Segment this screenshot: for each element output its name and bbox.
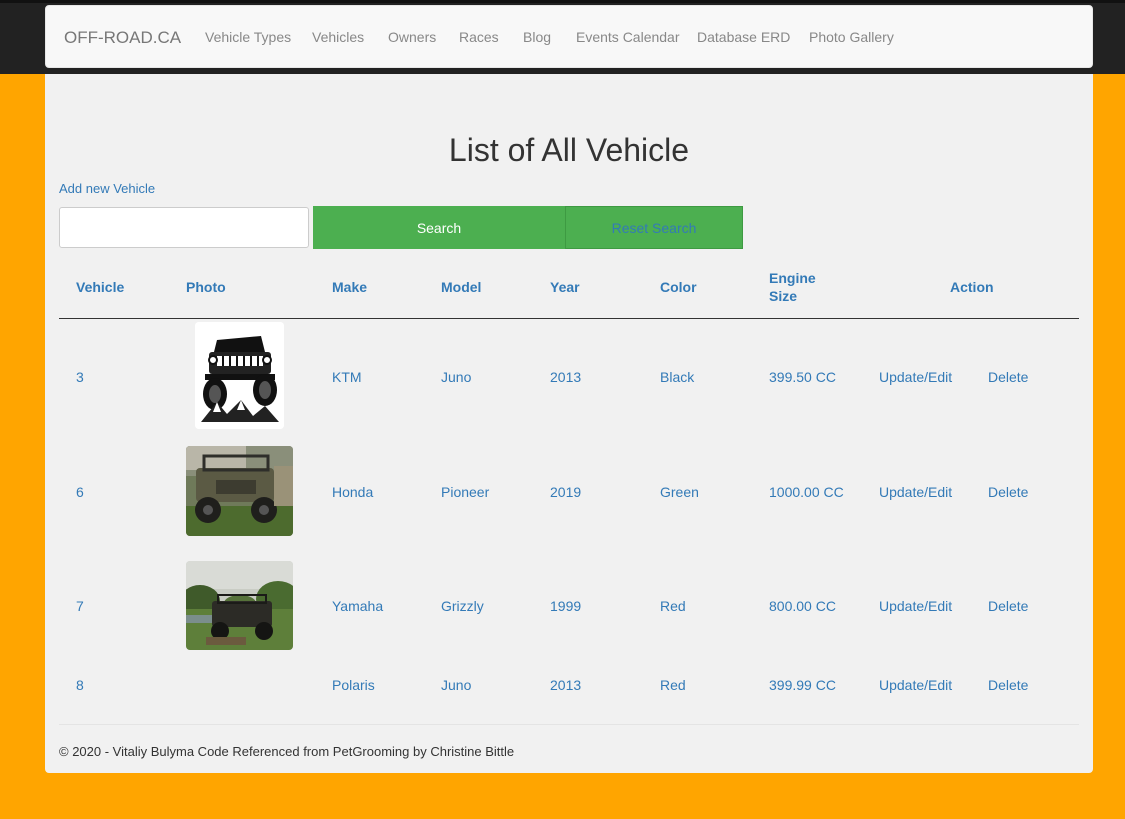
footer-text: © 2020 - Vitaliy Bulyma Code Referenced … xyxy=(59,744,515,759)
column-header-year: Year xyxy=(550,279,580,295)
utv-photo xyxy=(186,446,293,536)
column-header-engine-size: Engine Size xyxy=(769,270,816,304)
vehicle-color[interactable]: Red xyxy=(660,597,686,615)
vehicle-make[interactable]: KTM xyxy=(332,368,362,386)
navbar: OFF-ROAD.CA Vehicle Types Vehicles Owner… xyxy=(45,5,1093,68)
vehicle-year[interactable]: 1999 xyxy=(550,597,581,615)
vehicle-id[interactable]: 3 xyxy=(76,368,84,386)
vehicle-year[interactable]: 2013 xyxy=(550,368,581,386)
column-header-action: Action xyxy=(950,279,994,295)
column-header-color: Color xyxy=(660,279,697,295)
update-edit-link[interactable]: Update/Edit xyxy=(879,676,952,694)
vehicle-make[interactable]: Honda xyxy=(332,483,373,501)
vehicle-model[interactable]: Juno xyxy=(441,676,471,694)
vehicle-model[interactable]: Grizzly xyxy=(441,597,484,615)
search-input[interactable] xyxy=(59,207,309,248)
vehicle-model[interactable]: Juno xyxy=(441,368,471,386)
nav-photo-gallery[interactable]: Photo Gallery xyxy=(809,29,894,45)
vehicle-id[interactable]: 6 xyxy=(76,483,84,501)
search-button[interactable]: Search xyxy=(313,206,565,249)
main-panel: List of All Vehicle Add new Vehicle Sear… xyxy=(45,74,1093,773)
vehicle-color[interactable]: Green xyxy=(660,483,699,501)
vehicle-engine-size[interactable]: 399.50 CC xyxy=(769,368,836,386)
vehicle-year[interactable]: 2013 xyxy=(550,676,581,694)
vehicle-make[interactable]: Yamaha xyxy=(332,597,383,615)
top-bar-line xyxy=(0,0,1125,3)
vehicle-engine-size[interactable]: 1000.00 CC xyxy=(769,483,844,501)
vehicle-color[interactable]: Black xyxy=(660,368,694,386)
atv-field-photo xyxy=(186,561,293,650)
nav-database-erd[interactable]: Database ERD xyxy=(697,29,790,45)
vehicle-make[interactable]: Polaris xyxy=(332,676,375,694)
page-title: List of All Vehicle xyxy=(448,132,690,168)
delete-link[interactable]: Delete xyxy=(988,368,1028,386)
vehicle-engine-size[interactable]: 399.99 CC xyxy=(769,676,836,694)
nav-owners[interactable]: Owners xyxy=(388,29,436,45)
delete-link[interactable]: Delete xyxy=(988,483,1028,501)
vehicle-color[interactable]: Red xyxy=(660,676,686,694)
column-header-make: Make xyxy=(332,279,368,295)
nav-vehicle-types[interactable]: Vehicle Types xyxy=(205,29,291,45)
reset-search-button[interactable]: Reset Search xyxy=(565,206,743,249)
nav-races[interactable]: Races xyxy=(459,29,499,45)
header-divider xyxy=(59,318,1079,319)
update-edit-link[interactable]: Update/Edit xyxy=(879,483,952,501)
vehicle-engine-size[interactable]: 800.00 CC xyxy=(769,597,836,615)
delete-link[interactable]: Delete xyxy=(988,676,1028,694)
column-header-vehicle: Vehicle xyxy=(76,279,125,295)
vehicle-id[interactable]: 8 xyxy=(76,676,84,694)
column-header-model: Model xyxy=(441,279,482,295)
vehicle-id[interactable]: 7 xyxy=(76,597,84,615)
update-edit-link[interactable]: Update/Edit xyxy=(879,368,952,386)
column-header-photo: Photo xyxy=(186,279,226,295)
vehicle-model[interactable]: Pioneer xyxy=(441,483,489,501)
vehicle-year[interactable]: 2019 xyxy=(550,483,581,501)
update-edit-link[interactable]: Update/Edit xyxy=(879,597,952,615)
jeep-drawing-icon xyxy=(195,322,284,429)
footer-divider xyxy=(59,724,1079,725)
nav-events-calendar[interactable]: Events Calendar xyxy=(576,29,680,45)
add-vehicle-link[interactable]: Add new Vehicle xyxy=(59,181,155,196)
delete-link[interactable]: Delete xyxy=(988,597,1028,615)
brand-link[interactable]: OFF-ROAD.CA xyxy=(64,28,181,48)
nav-vehicles[interactable]: Vehicles xyxy=(312,29,364,45)
nav-blog[interactable]: Blog xyxy=(523,29,551,45)
